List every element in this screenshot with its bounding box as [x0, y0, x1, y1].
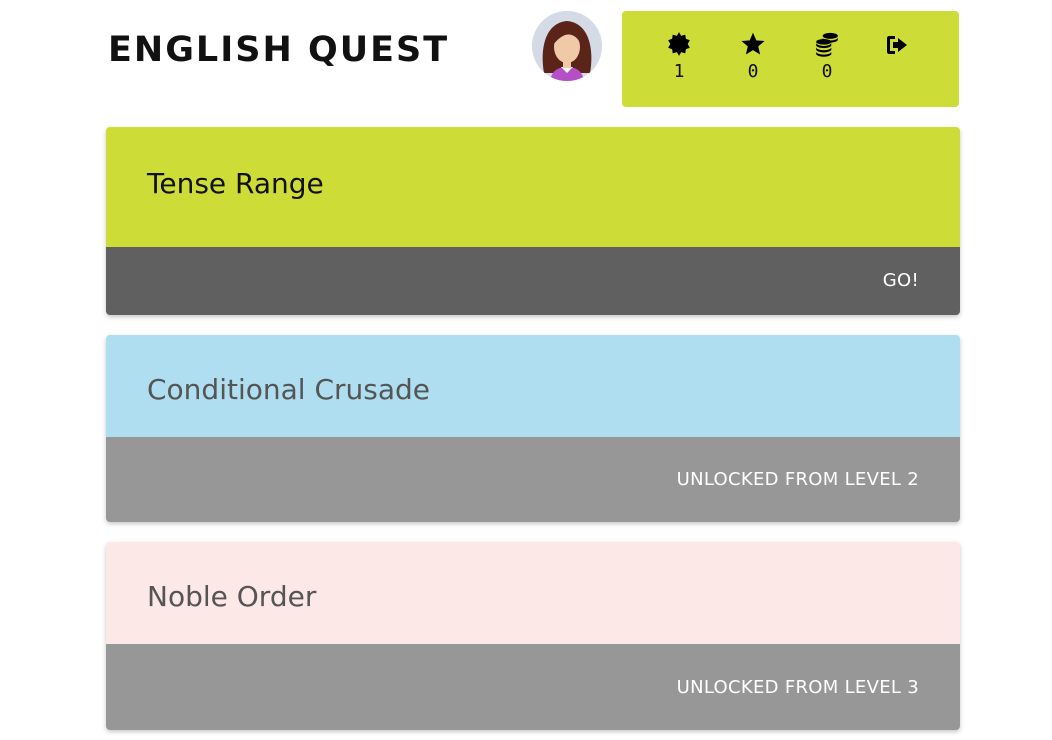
- badge-icon: [668, 32, 690, 56]
- level-card-header: Conditional Crusade: [106, 335, 960, 437]
- level-stat: 1: [659, 31, 699, 82]
- level-card-header: Tense Range: [106, 127, 960, 247]
- logout-icon[interactable]: [884, 33, 910, 57]
- app-title: ENGLISH QUEST: [108, 30, 450, 70]
- stats-panel: 1 0 0: [622, 11, 959, 107]
- locked-status-label: UNLOCKED FROM LEVEL 3: [676, 677, 919, 698]
- stars-value: 0: [747, 61, 759, 82]
- level-card-conditional-crusade: Conditional Crusade UNLOCKED FROM LEVEL …: [106, 335, 960, 522]
- coins-stat: 0: [807, 31, 847, 82]
- level-card-tense-range[interactable]: Tense Range GO!: [106, 127, 960, 315]
- logout-button[interactable]: [877, 33, 917, 57]
- level-card-footer: GO!: [106, 247, 960, 315]
- level-title: Noble Order: [147, 580, 317, 613]
- header: ENGLISH QUEST 1 0 0: [0, 0, 1052, 115]
- level-card-header: Noble Order: [106, 542, 960, 644]
- star-icon: [741, 32, 765, 55]
- coins-value: 0: [821, 61, 833, 82]
- go-button[interactable]: GO!: [883, 270, 919, 291]
- level-card-noble-order: Noble Order UNLOCKED FROM LEVEL 3: [106, 542, 960, 730]
- locked-status-label: UNLOCKED FROM LEVEL 2: [676, 469, 919, 490]
- level-title: Tense Range: [147, 167, 324, 200]
- level-card-footer: UNLOCKED FROM LEVEL 2: [106, 437, 960, 522]
- coins-icon: [816, 32, 838, 57]
- avatar-girl-icon[interactable]: [532, 11, 602, 81]
- stars-stat: 0: [733, 31, 773, 82]
- level-value: 1: [673, 61, 685, 82]
- level-title: Conditional Crusade: [147, 373, 431, 406]
- level-card-footer: UNLOCKED FROM LEVEL 3: [106, 644, 960, 730]
